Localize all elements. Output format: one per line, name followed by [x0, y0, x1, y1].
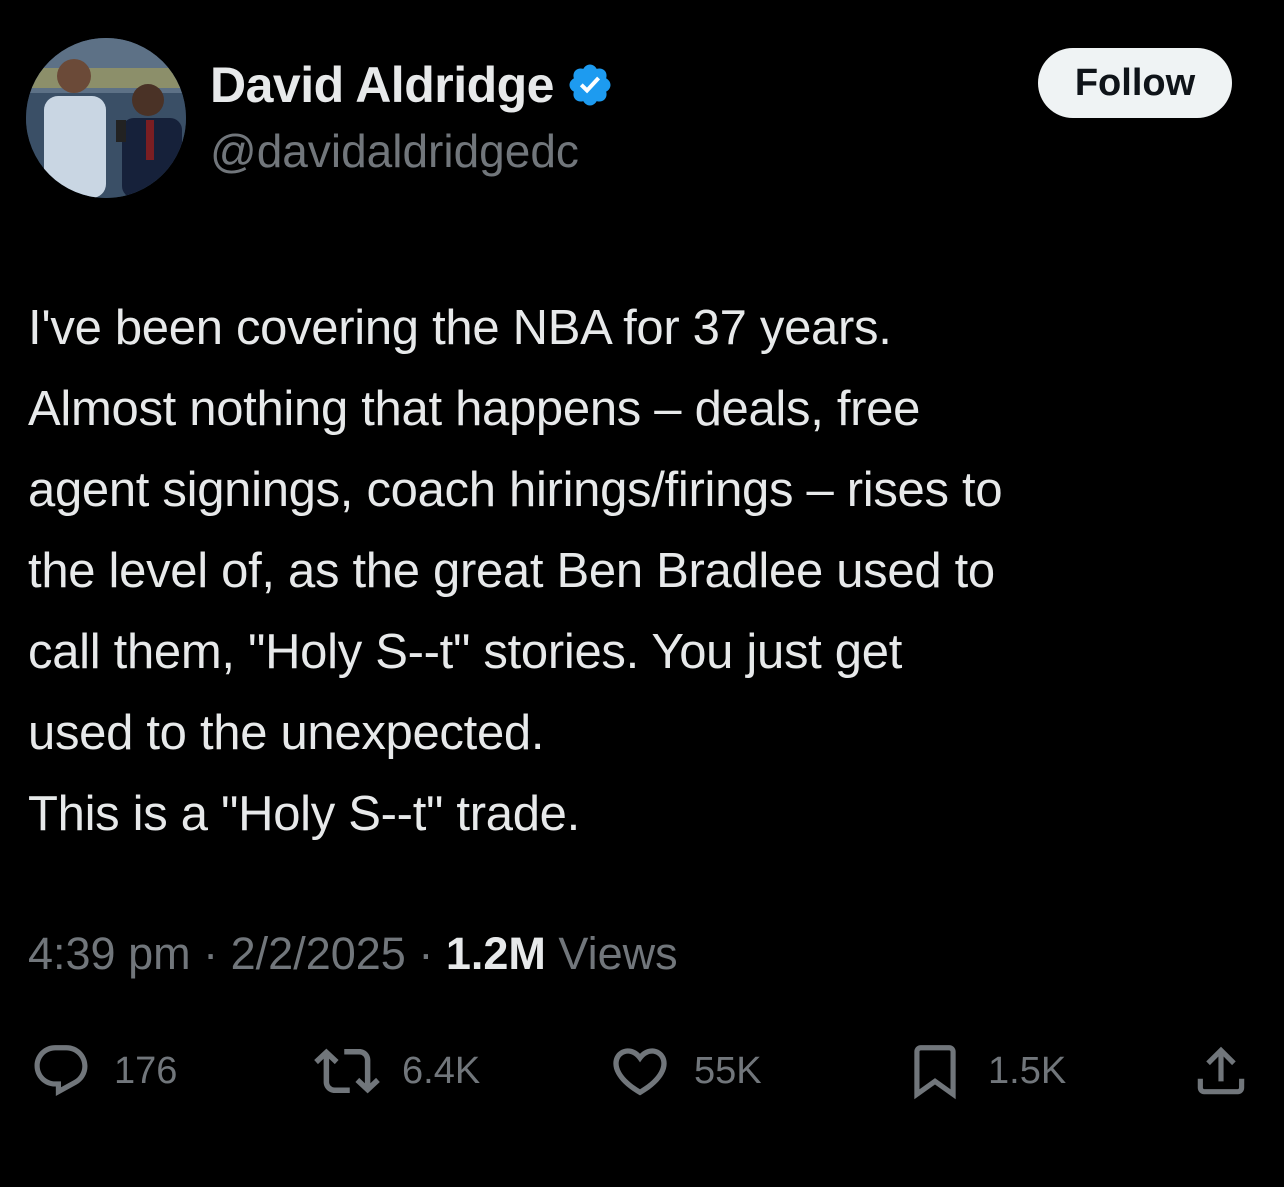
- like-button[interactable]: 55K: [608, 1036, 762, 1106]
- tweet-card: David Aldridge @davidaldridgedc Follow I…: [0, 0, 1284, 1187]
- tweet-text-line: call them, "Holy S--t" stories. You just…: [28, 625, 903, 679]
- reply-count: 176: [114, 1049, 178, 1092]
- bookmark-icon: [914, 1045, 956, 1100]
- retweet-button[interactable]: 6.4K: [314, 1036, 480, 1106]
- follow-button[interactable]: Follow: [1038, 48, 1232, 118]
- author-handle[interactable]: @davidaldridgedc: [210, 124, 579, 178]
- retweet-count: 6.4K: [402, 1049, 481, 1092]
- tweet-time[interactable]: 4:39 pm: [28, 928, 191, 979]
- tweet-text-line: I've been covering the NBA for 37 years.: [28, 301, 892, 355]
- tweet-text-line: This is a "Holy S--t" trade.: [28, 787, 580, 841]
- tweet-meta: 4:39 pm · 2/2/2025 · 1.2M Views: [28, 928, 678, 980]
- heart-icon: [613, 1048, 667, 1096]
- meta-separator: ·: [418, 928, 434, 979]
- views-label: Views: [558, 928, 678, 979]
- tweet-text-line: agent signings, coach hirings/firings – …: [28, 463, 1003, 517]
- tweet-text-line: used to the unexpected.: [28, 706, 545, 760]
- reply-button[interactable]: 176: [30, 1036, 177, 1106]
- tweet-text: I've been covering the NBA for 37 years.…: [28, 288, 1264, 855]
- author-display-name[interactable]: David Aldridge: [210, 56, 554, 114]
- retweet-icon: [314, 1048, 380, 1094]
- meta-separator: ·: [203, 928, 219, 979]
- views-count: 1.2M: [445, 928, 546, 979]
- avatar-photo: [26, 38, 186, 198]
- avatar[interactable]: [26, 38, 186, 198]
- share-button[interactable]: [1190, 1036, 1252, 1106]
- tweet-date[interactable]: 2/2/2025: [231, 928, 406, 979]
- reply-icon: [34, 1045, 88, 1097]
- bookmark-button[interactable]: 1.5K: [904, 1036, 1066, 1106]
- share-icon: [1197, 1046, 1245, 1095]
- tweet-text-line: Almost nothing that happens – deals, fre…: [28, 382, 921, 436]
- action-bar: 176 6.4K 55K 1.5K: [0, 1036, 1284, 1106]
- author-name-row: David Aldridge: [210, 56, 614, 114]
- bookmark-count: 1.5K: [988, 1049, 1067, 1092]
- verified-badge-icon: [569, 64, 611, 106]
- like-count: 55K: [694, 1049, 762, 1092]
- tweet-text-line: the level of, as the great Ben Bradlee u…: [28, 544, 995, 598]
- bottom-edge: [0, 1178, 1284, 1187]
